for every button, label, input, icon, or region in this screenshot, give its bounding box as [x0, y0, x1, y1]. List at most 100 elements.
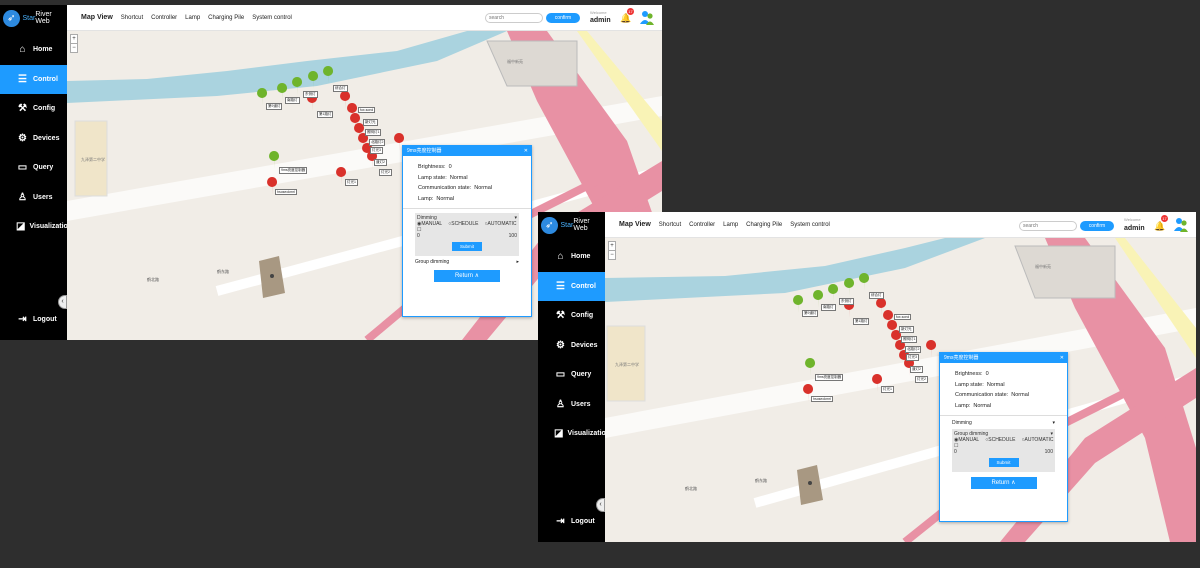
starriver-logo-icon: ➶ — [3, 9, 20, 27]
lamp-label[interactable]: 南路灯 — [285, 97, 300, 104]
lamp-label[interactable]: 北路灯2 — [369, 139, 386, 146]
avatar[interactable] — [1173, 217, 1189, 233]
menu-shortcut[interactable]: Shortcut — [121, 15, 143, 21]
lamp-label[interactable]: 东侧灯 — [839, 298, 854, 305]
lamp-label[interactable]: 第1路灯 — [853, 318, 870, 325]
collapse-sidebar-button[interactable]: ‹ — [596, 498, 605, 512]
lamp-label[interactable]: 灯光1 — [881, 386, 894, 393]
lamp-label[interactable]: 灯光1 — [345, 179, 358, 186]
home-icon: ⌂ — [557, 251, 564, 263]
map-canvas[interactable]: 九泽第二中学 福中新苑 鹤东路 鹤北路 — [605, 238, 1196, 542]
lamp-label[interactable]: hsoseokmrl — [275, 189, 297, 195]
lamp-label[interactable]: hsoseokmrl — [811, 396, 833, 402]
return-button[interactable]: Return ∧ — [970, 477, 1037, 489]
sliders-icon: ☰ — [556, 280, 565, 292]
radio-schedule[interactable]: ○SCHEDULE — [985, 437, 1015, 443]
zoom-out-button[interactable]: − — [609, 250, 615, 259]
lamp-label[interactable]: 综合灯 — [869, 292, 884, 299]
map-label-road2: 鹤北路 — [147, 276, 159, 282]
lamp-label[interactable]: 9ms亮度控制器 — [279, 167, 308, 174]
return-button[interactable]: Return ∧ — [434, 270, 500, 282]
brightness-row: Brightness: 0 — [955, 371, 989, 377]
menu-system-control[interactable]: System control — [790, 222, 830, 228]
sidebar-item-visualization[interactable]: ◪ Visualization — [538, 419, 610, 449]
sidebar-item-control[interactable]: ☰ Control — [0, 64, 67, 94]
lamp-label[interactable]: 新灯光 — [899, 326, 914, 333]
submit-button[interactable]: Submit — [988, 458, 1019, 467]
query-icon: ▭ — [555, 369, 566, 381]
lamp-label[interactable]: 东侧灯 — [303, 91, 318, 98]
lamp-label[interactable]: 新灯光 — [363, 119, 378, 126]
menu-system-control[interactable]: System control — [252, 15, 292, 21]
group-dimming-select[interactable]: Group dimming ▸ — [415, 259, 519, 265]
radio-schedule[interactable]: ○SCHEDULE — [448, 221, 478, 227]
sidebar-item-query[interactable]: ▭ Query — [538, 360, 605, 390]
sidebar-item-devices[interactable]: ⚙ Devices — [538, 331, 605, 361]
map-label-district: 福中新苑 — [1035, 263, 1051, 269]
menu-map-view[interactable]: Map View — [619, 221, 651, 228]
menu-lamp[interactable]: Lamp — [185, 15, 200, 21]
screenshot-secondary: ➶ Star River Web ⌂ Home ☰ Control ⚒ Config … — [538, 212, 1196, 542]
collapse-sidebar-button[interactable]: ‹ — [58, 295, 67, 309]
lamp-label[interactable]: 灯光2 — [379, 169, 392, 176]
slider-min: 0 — [417, 233, 420, 239]
lamp-label[interactable]: 照明灯1 — [901, 336, 918, 343]
sidebar-item-users[interactable]: ♙ Users — [0, 183, 67, 213]
logout-button[interactable]: ⇥ Logout — [0, 305, 67, 335]
close-icon[interactable]: ✕ — [524, 146, 528, 156]
sidebar-item-home[interactable]: ⌂ Home — [538, 242, 605, 272]
search-input[interactable] — [1019, 221, 1077, 231]
brand-star: Star — [22, 14, 36, 22]
search-input[interactable] — [485, 13, 543, 23]
logout-button[interactable]: ⇥ Logout — [538, 507, 605, 537]
lamp-label[interactable]: 南路灯 — [821, 304, 836, 311]
lamp-label[interactable]: 灯光3 — [370, 147, 383, 154]
zoom-out-button[interactable]: − — [71, 43, 77, 52]
lamp-label[interactable]: fox.sond — [894, 314, 912, 320]
confirm-button[interactable]: confirm — [546, 13, 580, 23]
lamp-label[interactable]: 第1路灯 — [317, 111, 334, 118]
lamp-label[interactable]: 综合灯 — [333, 85, 348, 92]
starriver-logo-icon: ➶ — [541, 216, 558, 234]
comm-state-row: Communication state: Normal — [418, 185, 492, 191]
sidebar-item-devices[interactable]: ⚙ Devices — [0, 124, 67, 154]
lamp-label[interactable]: 9ms亮度控制器 — [815, 374, 844, 381]
lamp-label[interactable]: 照明灯1 — [365, 129, 382, 136]
lamp-label[interactable]: 灯光3 — [906, 354, 919, 361]
lamp-label[interactable]: 灯光2 — [915, 376, 928, 383]
radio-automatic[interactable]: ○AUTOMATIC — [484, 221, 516, 227]
lamp-label[interactable]: 道灯2 — [374, 159, 387, 166]
bell-icon[interactable]: 🔔 — [1154, 221, 1165, 231]
menu-controller[interactable]: Controller — [151, 15, 177, 21]
sidebar-item-config[interactable]: ⚒ Config — [0, 94, 67, 124]
avatar[interactable] — [639, 10, 655, 26]
top-bar: Map View Shortcut Controller Lamp Chargi… — [67, 5, 662, 31]
confirm-button[interactable]: confirm — [1080, 221, 1114, 231]
zoom-in-button[interactable]: + — [71, 35, 77, 43]
lamp-label[interactable]: fox.sond — [358, 107, 376, 113]
sidebar-item-query[interactable]: ▭ Query — [0, 153, 67, 183]
lamp-label[interactable]: 道灯2 — [910, 366, 923, 373]
menu-charging-pile[interactable]: Charging Pile — [208, 15, 244, 21]
sidebar-item-users[interactable]: ♙ Users — [538, 390, 605, 420]
sidebar-item-config[interactable]: ⚒ Config — [538, 301, 605, 331]
radio-automatic[interactable]: ○AUTOMATIC — [1021, 437, 1053, 443]
sidebar-item-control[interactable]: ☰ Control — [538, 271, 605, 301]
menu-shortcut[interactable]: Shortcut — [659, 222, 681, 228]
menu-controller[interactable]: Controller — [689, 222, 715, 228]
close-icon[interactable]: ✕ — [1060, 353, 1064, 363]
menu-map-view[interactable]: Map View — [81, 14, 113, 21]
dimming-select[interactable]: Dimming ▾ — [952, 420, 1055, 426]
map-view[interactable]: 九泽第二中学 福中新苑 鹤东路 鹤北路 第9道灯 南路灯 东侧灯 综合灯 第1路… — [605, 238, 1196, 542]
lamp-label[interactable]: 北路灯2 — [905, 346, 922, 353]
lamp-label[interactable]: 第9道灯 — [266, 103, 283, 110]
config-icon: ⚒ — [556, 310, 565, 322]
lamp-label[interactable]: 第9道灯 — [802, 310, 819, 317]
zoom-in-button[interactable]: + — [609, 242, 615, 250]
config-icon: ⚒ — [18, 103, 27, 115]
sidebar-item-visualization[interactable]: ◪ Visualization — [0, 212, 72, 242]
sidebar-item-home[interactable]: ⌂ Home — [0, 35, 67, 65]
menu-lamp[interactable]: Lamp — [723, 222, 738, 228]
menu-charging-pile[interactable]: Charging Pile — [746, 222, 782, 228]
submit-button[interactable]: Submit — [452, 242, 482, 251]
